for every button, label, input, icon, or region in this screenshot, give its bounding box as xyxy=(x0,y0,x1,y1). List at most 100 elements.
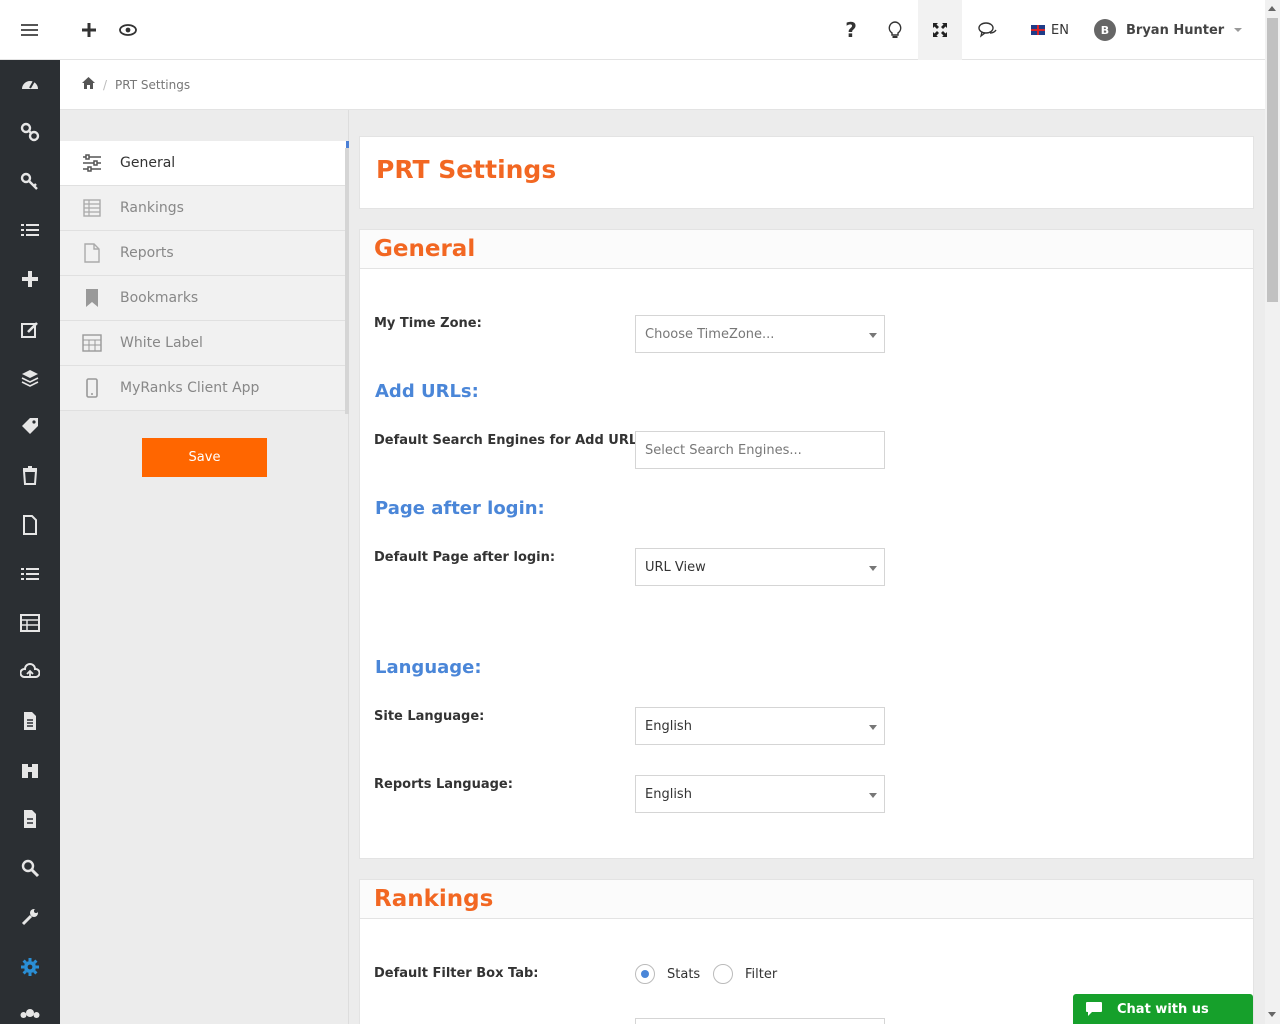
nav-label-myranks-client-app: MyRanks Client App xyxy=(120,380,260,396)
lightbulb-icon[interactable] xyxy=(873,0,917,60)
fullscreen-icon[interactable] xyxy=(918,0,962,60)
nav-label-reports: Reports xyxy=(120,245,174,261)
scroll-down-icon[interactable] xyxy=(1268,1012,1276,1017)
search-engines-label: Default Search Engines for Add URL: xyxy=(374,433,643,448)
timezone-label: My Time Zone: xyxy=(374,316,482,331)
radio-filter-button[interactable] xyxy=(713,964,733,984)
timezone-select[interactable]: Choose TimeZone... xyxy=(635,315,885,353)
dashboard-icon[interactable] xyxy=(0,64,60,104)
site-language-select[interactable]: English xyxy=(635,707,885,745)
breadcrumb-current: PRT Settings xyxy=(115,77,191,92)
radio-stats[interactable]: Stats xyxy=(635,964,700,984)
search-engines-placeholder: Select Search Engines... xyxy=(645,442,802,458)
rankings-heading: Rankings xyxy=(360,880,1253,919)
trash-icon[interactable] xyxy=(0,455,60,495)
table-icon[interactable] xyxy=(0,603,60,643)
search-icon[interactable] xyxy=(0,848,60,888)
site-language-label: Site Language: xyxy=(374,709,485,724)
radio-filter-label: Filter xyxy=(745,966,778,982)
filter-tab-label: Default Filter Box Tab: xyxy=(374,966,539,981)
users-icon[interactable] xyxy=(0,996,60,1024)
wrench-icon[interactable] xyxy=(0,897,60,937)
language-switcher[interactable]: EN xyxy=(1020,0,1080,60)
chevron-down-icon xyxy=(869,333,877,338)
scroll-up-icon[interactable] xyxy=(1268,6,1276,11)
tag-icon[interactable] xyxy=(0,406,60,446)
reports-language-select[interactable]: English xyxy=(635,775,885,813)
nav-item-rankings[interactable]: Rankings xyxy=(60,186,349,231)
uk-flag-icon xyxy=(1031,25,1046,35)
reports-language-value: English xyxy=(645,786,692,802)
nav-scrollbar[interactable] xyxy=(345,148,349,414)
language-code: EN xyxy=(1051,22,1069,38)
default-page-select[interactable]: URL View xyxy=(635,548,885,586)
avatar: B xyxy=(1094,19,1116,41)
edit-icon[interactable] xyxy=(0,310,60,350)
page-title-panel: PRT Settings xyxy=(359,136,1254,209)
help-icon[interactable]: ? xyxy=(829,0,873,60)
user-name: Bryan Hunter xyxy=(1126,22,1225,38)
general-section: General My Time Zone: Choose TimeZone...… xyxy=(359,229,1254,859)
radio-stats-label: Stats xyxy=(667,966,701,982)
scrollbar-thumb[interactable] xyxy=(1267,18,1278,302)
mobile-icon xyxy=(86,378,98,398)
radio-filter[interactable]: Filter xyxy=(713,964,777,984)
add-icon[interactable] xyxy=(67,0,111,60)
bookmark-icon xyxy=(86,289,98,307)
key-icon[interactable] xyxy=(0,161,60,201)
nav-item-bookmarks[interactable]: Bookmarks xyxy=(60,276,349,321)
plus-icon[interactable] xyxy=(0,259,60,299)
report-icon[interactable] xyxy=(0,799,60,839)
page-title: PRT Settings xyxy=(376,155,557,184)
save-button[interactable]: Save xyxy=(142,438,267,477)
default-page-value: URL View xyxy=(645,559,706,575)
partial-select[interactable] xyxy=(635,1018,885,1024)
nav-label-general: General xyxy=(120,155,176,171)
left-rail xyxy=(0,60,60,1024)
nav-item-general[interactable]: General xyxy=(60,141,349,186)
search-engines-input[interactable]: Select Search Engines... xyxy=(635,431,885,469)
cloud-upload-icon[interactable] xyxy=(0,652,60,692)
site-language-value: English xyxy=(645,718,692,734)
radio-stats-button[interactable] xyxy=(635,964,655,984)
table-icon xyxy=(83,199,101,217)
timezone-placeholder: Choose TimeZone... xyxy=(645,326,775,342)
chevron-down-icon xyxy=(1234,28,1243,32)
list-alt-icon[interactable] xyxy=(0,555,60,595)
add-urls-heading: Add URLs: xyxy=(375,381,479,402)
chevron-down-icon xyxy=(869,793,877,798)
layers-icon[interactable] xyxy=(0,358,60,398)
chat-label: Chat with us xyxy=(1117,1001,1209,1017)
language-heading: Language: xyxy=(375,657,482,678)
chat-icon xyxy=(1086,1002,1102,1016)
page-after-login-heading: Page after login: xyxy=(375,498,545,519)
list-icon[interactable] xyxy=(0,211,60,251)
nav-label-white-label: White Label xyxy=(120,335,203,351)
user-menu[interactable]: B Bryan Hunter xyxy=(1094,0,1243,60)
breadcrumb: / PRT Settings xyxy=(60,60,1265,110)
page-scrollbar[interactable] xyxy=(1265,0,1280,1024)
breadcrumb-separator: / xyxy=(103,77,108,92)
settings-nav: General Rankings Reports Bookmarks White… xyxy=(60,110,349,1024)
nav-label-bookmarks: Bookmarks xyxy=(120,290,199,306)
settings-icon[interactable] xyxy=(0,947,60,987)
document-icon[interactable] xyxy=(0,701,60,741)
top-bar: ? EN B Bryan Hunter xyxy=(0,0,1265,60)
file-icon[interactable] xyxy=(0,505,60,545)
nav-item-white-label[interactable]: White Label xyxy=(60,321,349,366)
sliders-icon xyxy=(83,154,101,172)
calendar-icon xyxy=(82,334,102,352)
home-icon[interactable] xyxy=(82,77,95,92)
chevron-down-icon xyxy=(869,725,877,730)
binoculars-icon[interactable] xyxy=(0,750,60,790)
reports-language-label: Reports Language: xyxy=(374,777,513,792)
eye-icon[interactable] xyxy=(106,0,150,60)
menu-icon[interactable] xyxy=(8,0,52,60)
nav-item-myranks-client-app[interactable]: MyRanks Client App xyxy=(60,366,349,411)
link-icon[interactable] xyxy=(0,112,60,152)
chat-bubbles-icon[interactable] xyxy=(966,0,1010,60)
nav-label-rankings: Rankings xyxy=(120,200,184,216)
nav-item-reports[interactable]: Reports xyxy=(60,231,349,276)
chat-widget[interactable]: Chat with us xyxy=(1073,994,1253,1024)
chevron-down-icon xyxy=(869,566,877,571)
